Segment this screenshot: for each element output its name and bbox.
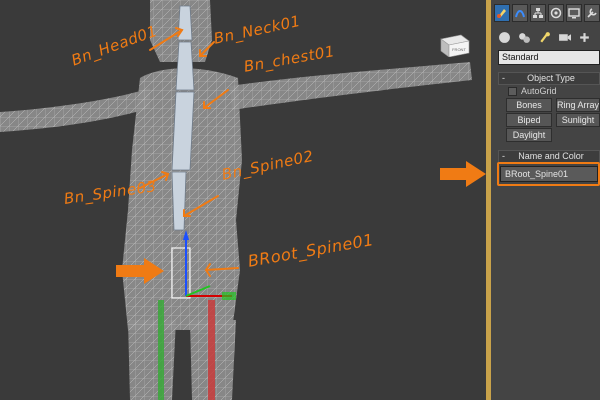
object-type-rollout-header[interactable]: - Object Type [498, 72, 600, 85]
autogrid-label: AutoGrid [521, 86, 557, 96]
ring-array-button[interactable]: Ring Array [556, 98, 600, 112]
helpers-icon[interactable] [577, 30, 591, 44]
cameras-icon[interactable] [557, 30, 571, 44]
bones-button[interactable]: Bones [506, 98, 552, 112]
object-name-field[interactable]: BRoot_Spine01 [500, 166, 598, 182]
utilities-icon[interactable] [584, 4, 600, 22]
arrow-right-icon [116, 258, 164, 284]
arrow-right-icon [440, 161, 486, 187]
daylight-button[interactable]: Daylight [506, 128, 552, 142]
shapes-icon[interactable] [517, 30, 531, 44]
object-category-dropdown[interactable]: Standard [498, 50, 600, 65]
modify-icon[interactable] [512, 4, 528, 22]
command-panel-tabs [491, 2, 600, 24]
motion-icon[interactable] [548, 4, 564, 22]
display-icon[interactable] [566, 4, 582, 22]
viewcube-icon[interactable]: FRONT [437, 33, 471, 57]
viewcube-label: FRONT [452, 47, 466, 52]
geometry-icon[interactable] [497, 30, 511, 44]
perspective-viewport[interactable]: Bn_Head01 Bn_Neck01 Bn_chest01 Bn_Spine0… [0, 0, 486, 400]
lights-icon[interactable] [537, 30, 551, 44]
hierarchy-icon[interactable] [530, 4, 546, 22]
category-icons [497, 30, 591, 44]
sunlight-button[interactable]: Sunlight [556, 113, 600, 127]
autogrid-checkbox[interactable]: AutoGrid [508, 86, 557, 96]
biped-button[interactable]: Biped [506, 113, 552, 127]
create-icon[interactable] [494, 4, 510, 22]
checkbox-icon [508, 86, 517, 96]
object-type-title: Object Type [527, 73, 575, 83]
collapse-icon: - [502, 151, 505, 161]
name-and-color-title: Name and Color [518, 151, 584, 161]
collapse-icon: - [502, 73, 505, 83]
